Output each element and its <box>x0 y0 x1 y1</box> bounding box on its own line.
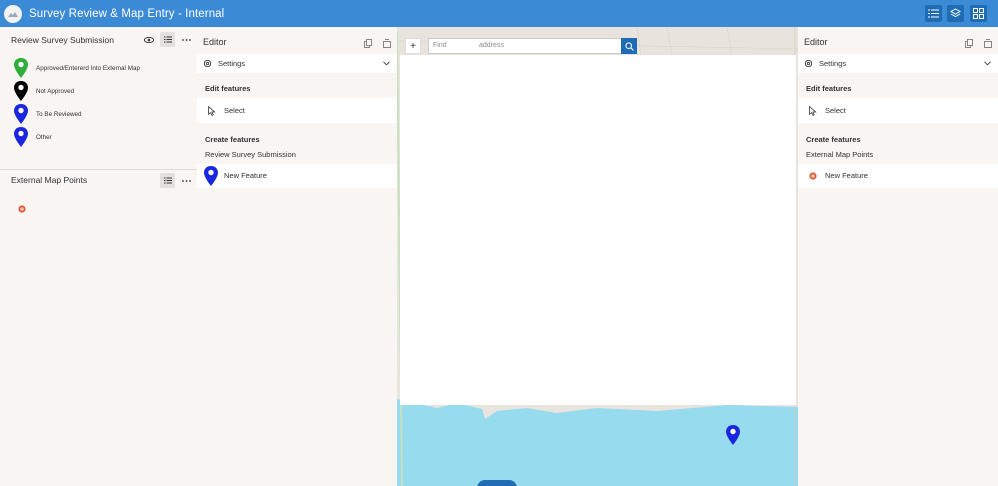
legend-list-icon[interactable] <box>160 32 175 47</box>
bottom-sheet-handle[interactable] <box>477 480 517 486</box>
layer-name-label: External Map Points <box>806 150 874 159</box>
map-pin-icon <box>204 166 218 186</box>
grid-icon[interactable] <box>970 5 987 22</box>
map-pin-icon <box>14 104 28 124</box>
cursor-icon <box>809 106 817 116</box>
layer-name-label: Review Survey Submission <box>205 150 296 159</box>
point-symbol-icon <box>18 205 26 213</box>
select-label: Select <box>825 106 846 115</box>
new-feature-label: New Feature <box>224 171 267 180</box>
create-features-heading: Create features <box>205 135 260 144</box>
new-feature-label: New Feature <box>825 171 868 180</box>
undo-icon[interactable] <box>964 38 974 48</box>
settings-row[interactable]: Settings <box>197 54 397 73</box>
gear-icon <box>804 59 813 68</box>
app-logo <box>4 4 22 23</box>
select-tool-row[interactable]: Select <box>197 98 397 123</box>
blank-overlay <box>400 55 796 405</box>
map-marker-icon[interactable] <box>726 425 740 445</box>
layer-title-external-map-points: External Map Points <box>11 175 88 185</box>
map-pin-icon <box>14 81 28 101</box>
legend-item-not-approved: Not Approved <box>14 81 74 101</box>
legend-panel: Review Survey Submission Approved/Entere… <box>0 27 197 486</box>
redo-icon[interactable] <box>983 38 993 48</box>
legend-list-icon[interactable] <box>160 173 175 188</box>
edit-features-heading: Edit features <box>205 84 251 93</box>
create-features-heading: Create features <box>806 135 861 144</box>
layer-title-review-survey: Review Survey Submission <box>11 35 114 45</box>
more-options-icon[interactable] <box>180 176 192 186</box>
point-symbol-icon <box>809 172 817 180</box>
legend-divider <box>0 169 197 170</box>
search-button[interactable] <box>621 38 637 54</box>
cursor-icon <box>208 106 216 116</box>
legend-item-approved: Approved/Entererd Into External Map <box>14 58 140 78</box>
editor-title: Editor <box>804 37 828 47</box>
select-label: Select <box>224 106 245 115</box>
legend-item-other: Other <box>14 127 52 147</box>
editor-title: Editor <box>203 37 227 47</box>
legend-item-to-be-reviewed: To Be Reviewed <box>14 104 82 124</box>
chevron-down-icon <box>984 61 991 66</box>
search-icon <box>624 41 634 51</box>
settings-row[interactable]: Settings <box>798 54 998 73</box>
undo-icon[interactable] <box>363 38 373 48</box>
edit-features-heading: Edit features <box>806 84 852 93</box>
more-options-icon[interactable] <box>180 35 192 45</box>
select-tool-row[interactable]: Select <box>798 98 998 123</box>
redo-icon[interactable] <box>382 38 392 48</box>
zoom-in-button[interactable]: + <box>405 38 421 54</box>
editor-panel-left: Editor Settings Edit features Select Cre… <box>197 27 397 486</box>
gear-icon <box>203 59 212 68</box>
layers-icon[interactable] <box>947 5 964 22</box>
list-icon[interactable] <box>925 5 942 22</box>
map-view[interactable]: + Find address <box>397 27 798 486</box>
settings-label: Settings <box>218 59 246 68</box>
map-pin-icon <box>14 58 28 78</box>
settings-label: Settings <box>819 59 847 68</box>
search-input[interactable]: Find address <box>428 38 637 54</box>
chevron-down-icon <box>383 61 390 66</box>
app-header: Survey Review & Map Entry - Internal <box>0 0 998 27</box>
eye-icon[interactable] <box>143 35 155 45</box>
new-feature-row[interactable]: New Feature <box>798 164 998 188</box>
map-pin-icon <box>14 127 28 147</box>
new-feature-row[interactable]: New Feature <box>197 164 397 188</box>
editor-panel-right: Editor Settings Edit features Select Cre… <box>798 27 998 486</box>
app-title: Survey Review & Map Entry - Internal <box>29 7 225 20</box>
